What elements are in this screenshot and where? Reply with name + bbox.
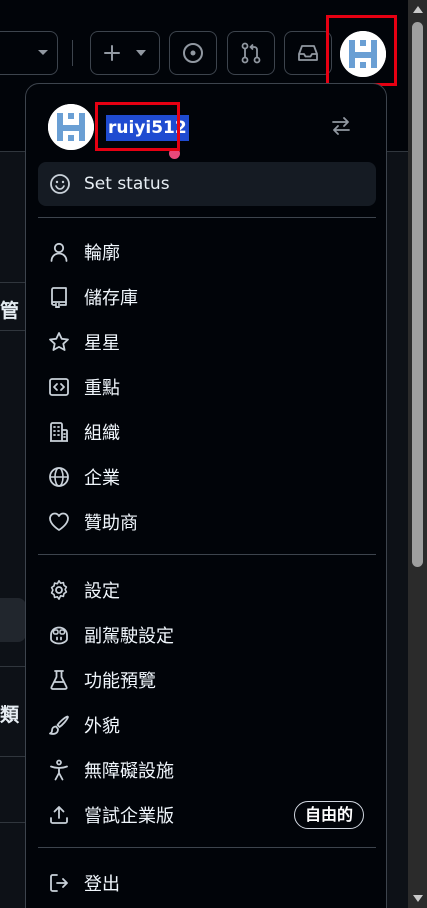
beaker-icon (48, 669, 70, 691)
chevron-down-icon (136, 50, 146, 56)
menu-item-copilot-settings[interactable]: 副駕駛設定 (38, 615, 376, 655)
menu-item-label: 贊助商 (84, 513, 138, 534)
menu-divider (38, 554, 376, 555)
menu-divider (38, 847, 376, 848)
menu-item-gists[interactable]: 重點 (38, 367, 376, 407)
background-divider (0, 330, 28, 331)
heart-icon (48, 511, 70, 533)
sign-out-icon (48, 872, 70, 894)
background-partial-text: 管 (0, 296, 28, 326)
inbox-icon (298, 45, 318, 61)
menu-item-label: 外貌 (84, 716, 120, 737)
menu-item-enterprises[interactable]: 企業 (38, 457, 376, 497)
username-label[interactable]: ruiyi512 (106, 115, 189, 141)
star-icon (48, 331, 70, 353)
menu-item-label: 重點 (84, 378, 120, 399)
menu-item-settings[interactable]: 設定 (38, 570, 376, 610)
code-square-icon (48, 376, 70, 398)
menu-item-label: 組織 (84, 423, 120, 444)
user-menu-dropdown: ruiyi512 Set status 輪廓 儲存庫 星星 重點 組織 企業 贊… (25, 83, 387, 908)
menu-item-label: 無障礙設施 (84, 761, 174, 782)
copilot-icon (48, 624, 70, 646)
free-badge: 自由的 (293, 801, 364, 829)
menu-item-sponsors[interactable]: 贊助商 (38, 502, 376, 542)
issue-icon (183, 43, 203, 63)
page-scrollbar[interactable] (408, 0, 427, 908)
identicon-avatar (340, 31, 386, 77)
smiley-icon (49, 173, 71, 195)
pull-requests-button[interactable] (227, 31, 275, 75)
menu-item-appearance[interactable]: 外貌 (38, 705, 376, 745)
user-menu-header: ruiyi512 (26, 84, 386, 172)
globe-icon (48, 466, 70, 488)
switch-account-icon[interactable] (330, 115, 352, 137)
identicon-avatar (48, 104, 94, 150)
organization-icon (48, 421, 70, 443)
status-indicator-dot (167, 146, 182, 161)
paintbrush-icon (48, 714, 70, 736)
menu-item-feature-preview[interactable]: 功能預覽 (38, 660, 376, 700)
menu-item-organizations[interactable]: 組織 (38, 412, 376, 452)
scrollbar-thumb[interactable] (412, 22, 423, 567)
menu-item-label: 企業 (84, 468, 120, 489)
background-divider (0, 822, 28, 823)
repo-icon (48, 286, 70, 308)
menu-item-label: 輪廓 (84, 243, 120, 264)
menu-item-stars[interactable]: 星星 (38, 322, 376, 362)
menu-item-label: 登出 (84, 874, 120, 895)
plus-icon (104, 45, 120, 61)
issues-button[interactable] (169, 31, 217, 75)
menu-item-try-enterprise[interactable]: 嘗試企業版 自由的 (38, 795, 376, 835)
upload-icon (48, 804, 70, 826)
create-new-button[interactable] (90, 31, 160, 75)
menu-item-sign-out[interactable]: 登出 (38, 863, 376, 903)
menu-item-profile[interactable]: 輪廓 (38, 232, 376, 272)
set-status-label: Set status (84, 174, 170, 194)
user-avatar-button[interactable] (340, 31, 386, 77)
background-partial-text: 類 (0, 700, 28, 730)
background-button (0, 598, 26, 642)
pull-request-icon (241, 42, 261, 64)
gear-icon (48, 579, 70, 601)
person-icon (48, 241, 70, 263)
set-status-button[interactable]: Set status (38, 162, 376, 206)
repo-menu-button[interactable] (0, 31, 58, 75)
menu-item-repositories[interactable]: 儲存庫 (38, 277, 376, 317)
menu-item-label: 功能預覽 (84, 671, 156, 692)
menu-item-label: 副駕駛設定 (84, 626, 174, 647)
background-divider (0, 282, 28, 283)
scroll-down-arrow-icon[interactable] (413, 895, 423, 902)
background-divider (0, 756, 28, 757)
menu-item-label: 設定 (84, 581, 120, 602)
menu-user-avatar[interactable] (48, 104, 94, 150)
accessibility-icon (48, 759, 70, 781)
menu-item-label: 儲存庫 (84, 288, 138, 309)
chevron-down-icon (38, 50, 48, 55)
menu-item-label: 嘗試企業版 (84, 806, 174, 827)
inbox-button[interactable] (284, 31, 332, 75)
menu-item-label: 星星 (84, 333, 120, 354)
scroll-up-arrow-icon[interactable] (413, 6, 423, 13)
menu-item-accessibility[interactable]: 無障礙設施 (38, 750, 376, 790)
background-divider (0, 666, 28, 667)
menu-divider (38, 217, 376, 218)
toolbar-divider (72, 40, 73, 66)
